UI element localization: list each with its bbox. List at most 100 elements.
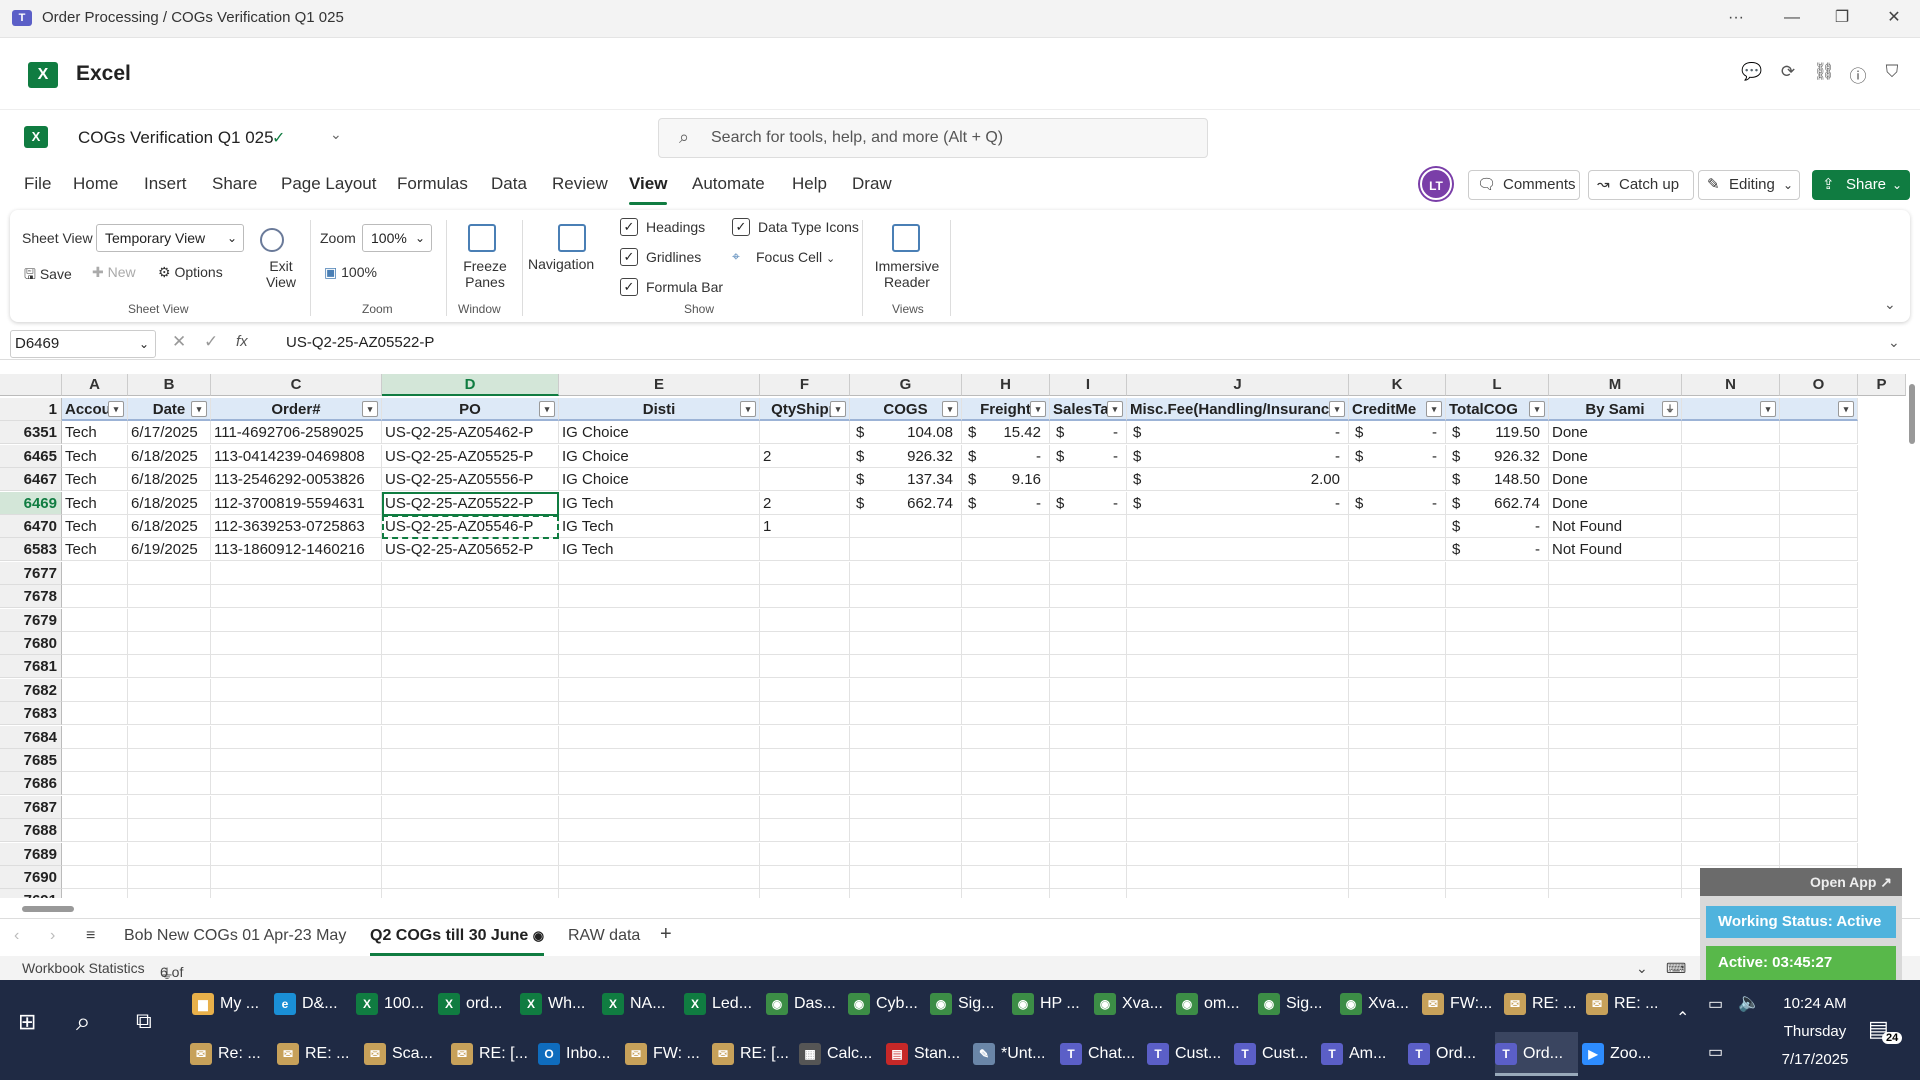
table-cell[interactable] bbox=[62, 632, 128, 655]
taskbar-app-mail[interactable]: ✉ RE: ... bbox=[277, 1032, 360, 1076]
table-cell[interactable] bbox=[1780, 842, 1858, 866]
column-header-g[interactable]: G bbox=[850, 374, 962, 396]
table-cell[interactable] bbox=[962, 866, 1050, 889]
table-cell[interactable] bbox=[760, 772, 850, 796]
filter-dropdown-icon[interactable]: ▾ bbox=[740, 401, 756, 417]
column-header-j[interactable]: J bbox=[1127, 374, 1349, 396]
new-view-button[interactable]: ✚ New bbox=[92, 264, 136, 281]
table-cell[interactable] bbox=[850, 749, 962, 772]
table-cell[interactable]: 2 bbox=[760, 444, 850, 468]
table-cell[interactable] bbox=[760, 889, 850, 898]
expand-formula-icon[interactable]: ⌄ bbox=[1888, 334, 1900, 351]
table-cell[interactable] bbox=[1780, 655, 1858, 679]
table-cell[interactable] bbox=[62, 866, 128, 889]
table-cell[interactable] bbox=[1780, 795, 1858, 819]
table-cell[interactable]: $ - bbox=[962, 444, 1050, 468]
table-cell[interactable] bbox=[1446, 561, 1549, 585]
table-cell[interactable] bbox=[760, 655, 850, 679]
menu-review[interactable]: Review bbox=[552, 174, 608, 194]
table-cell[interactable] bbox=[1349, 468, 1446, 492]
table-cell[interactable] bbox=[850, 608, 962, 632]
table-cell[interactable]: $662.74 bbox=[1446, 491, 1549, 515]
table-cell[interactable]: US-Q2-25-AZ05652-P bbox=[382, 538, 559, 562]
share-button[interactable]: ⇪ Share ⌄ bbox=[1812, 170, 1910, 200]
table-cell[interactable] bbox=[1682, 515, 1780, 538]
table-cell[interactable]: 113-0414239-0469808 bbox=[211, 444, 382, 468]
table-cell[interactable] bbox=[382, 795, 559, 819]
column-header-f[interactable]: F bbox=[760, 374, 850, 396]
cancel-icon[interactable]: ✕ bbox=[172, 332, 186, 352]
table-cell[interactable] bbox=[1682, 538, 1780, 562]
table-cell[interactable] bbox=[211, 561, 382, 585]
taskbar-app-mail[interactable]: ✉ RE: [... bbox=[451, 1032, 534, 1076]
taskbar-app-mail[interactable]: ✉ FW:... bbox=[1422, 982, 1500, 1026]
table-cell[interactable] bbox=[559, 819, 760, 843]
table-cell[interactable] bbox=[1780, 444, 1858, 468]
table-cell[interactable] bbox=[1446, 655, 1549, 679]
table-cell[interactable] bbox=[1127, 632, 1349, 655]
table-cell[interactable] bbox=[211, 749, 382, 772]
table-cell[interactable] bbox=[1780, 632, 1858, 655]
table-cell[interactable] bbox=[1682, 421, 1780, 445]
table-cell[interactable] bbox=[211, 795, 382, 819]
table-cell[interactable] bbox=[1349, 819, 1446, 843]
avatar[interactable]: LT bbox=[1420, 168, 1452, 200]
row-header[interactable]: 7686 bbox=[0, 772, 62, 796]
table-cell[interactable] bbox=[1127, 608, 1349, 632]
search-icon[interactable]: ⌕ bbox=[76, 1006, 91, 1038]
table-cell[interactable] bbox=[1050, 819, 1127, 843]
filter-dropdown-icon[interactable]: ▾ bbox=[108, 401, 124, 417]
table-cell[interactable] bbox=[962, 819, 1050, 843]
table-cell[interactable]: $ - bbox=[962, 491, 1050, 515]
table-cell[interactable]: $ - bbox=[1127, 444, 1349, 468]
table-cell[interactable]: Tech bbox=[62, 538, 128, 562]
sheet-tab-bob[interactable]: Bob New COGs 01 Apr-23 May bbox=[124, 927, 346, 945]
table-cell[interactable] bbox=[1446, 795, 1549, 819]
table-cell[interactable]: 112-3700819-5594631 bbox=[211, 491, 382, 515]
table-cell[interactable] bbox=[62, 608, 128, 632]
filter-dropdown-icon[interactable]: ▾ bbox=[1107, 401, 1123, 417]
table-cell[interactable] bbox=[1349, 772, 1446, 796]
table-cell[interactable] bbox=[1682, 468, 1780, 492]
table-cell[interactable] bbox=[559, 608, 760, 632]
column-header-k[interactable]: K bbox=[1349, 374, 1446, 396]
vertical-scroll-thumb[interactable] bbox=[1909, 384, 1915, 444]
table-cell[interactable] bbox=[1780, 585, 1858, 609]
battery-icon[interactable]: ▭ bbox=[1708, 994, 1723, 1014]
taskbar-app-teams[interactable]: T Cust... bbox=[1234, 1032, 1317, 1076]
header-cell[interactable]: TotalCOG ▾ bbox=[1446, 398, 1549, 421]
table-cell[interactable]: Done bbox=[1549, 491, 1682, 515]
table-cell[interactable] bbox=[1127, 772, 1349, 796]
select-all-corner[interactable] bbox=[0, 374, 62, 396]
filter-dropdown-icon[interactable]: ▾ bbox=[1529, 401, 1545, 417]
row-header[interactable]: 6470 bbox=[0, 515, 62, 538]
table-cell[interactable] bbox=[1050, 655, 1127, 679]
table-cell[interactable] bbox=[850, 538, 962, 562]
table-cell[interactable] bbox=[211, 702, 382, 726]
taskbar-app-mail[interactable]: ✉ Sca... bbox=[364, 1032, 447, 1076]
table-cell[interactable]: Not Found bbox=[1549, 515, 1682, 538]
table-cell[interactable] bbox=[211, 725, 382, 749]
table-cell[interactable] bbox=[62, 842, 128, 866]
table-cell[interactable]: 111-4692706-2589025 bbox=[211, 421, 382, 445]
taskbar-app-mail[interactable]: ✉ RE: ... bbox=[1586, 982, 1664, 1026]
table-cell[interactable] bbox=[1446, 749, 1549, 772]
table-cell[interactable]: US-Q2-25-AZ05525-P bbox=[382, 444, 559, 468]
table-cell[interactable] bbox=[128, 749, 211, 772]
table-cell[interactable] bbox=[1549, 678, 1682, 702]
table-cell[interactable] bbox=[850, 515, 962, 538]
volume-icon[interactable]: 🔈 bbox=[1738, 992, 1760, 1013]
filter-dropdown-icon[interactable]: ▾ bbox=[1838, 401, 1854, 417]
table-cell[interactable]: US-Q2-25-AZ05462-P bbox=[382, 421, 559, 445]
table-cell[interactable] bbox=[1682, 444, 1780, 468]
vertical-scrollbar[interactable] bbox=[1906, 368, 1918, 898]
table-cell[interactable] bbox=[62, 678, 128, 702]
table-cell[interactable] bbox=[128, 702, 211, 726]
taskbar-app-chrome[interactable]: ◉ Sig... bbox=[930, 982, 1008, 1026]
table-cell[interactable]: $926.32 bbox=[850, 444, 962, 468]
header-cell[interactable]: ▾ bbox=[1780, 398, 1858, 421]
table-cell[interactable]: $ - bbox=[1446, 538, 1549, 562]
table-cell[interactable] bbox=[1780, 702, 1858, 726]
table-cell[interactable] bbox=[1349, 678, 1446, 702]
table-cell[interactable]: 6/18/2025 bbox=[128, 444, 211, 468]
